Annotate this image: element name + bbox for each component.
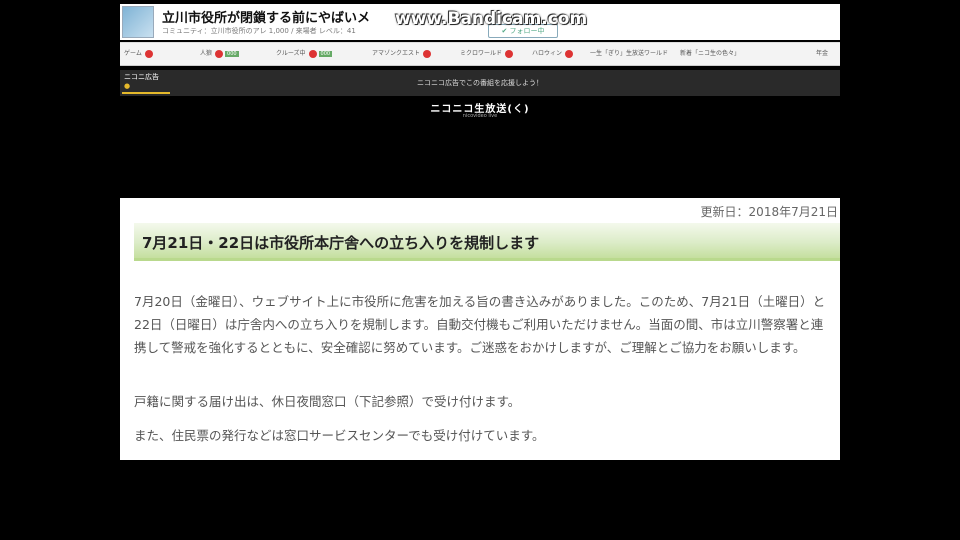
update-date: 更新日：2018年7月21日 bbox=[700, 205, 838, 219]
notice-panel: 更新日：2018年7月21日 7月21日・22日は市役所本庁舎への立ち入りを規制… bbox=[120, 198, 840, 460]
category-item[interactable]: クルーズ中 000 bbox=[276, 48, 333, 58]
video-frame: 立川市役所が閉鎖する前にやばいメ コミュニティ：立川市役所のアレ 1,000 /… bbox=[120, 0, 840, 540]
badge-icon bbox=[144, 49, 153, 58]
category-bar: ゲーム 人狼 000 クルーズ中 000 アマゾンクエスト ミクロワールド ハロウィ… bbox=[120, 42, 840, 66]
badge-icon bbox=[565, 49, 574, 58]
broadcaster-avatar-icon[interactable] bbox=[122, 6, 154, 38]
ad-message[interactable]: ニコニコ広告でこの番組を応援しよう！ bbox=[120, 78, 840, 88]
category-item[interactable]: 新着「ニコ生の色々」 bbox=[680, 48, 740, 57]
badge-icon bbox=[505, 49, 514, 58]
category-item[interactable]: 人狼 000 bbox=[200, 48, 239, 58]
ad-bar: ニコニ広告 ● ニコニコ広告でこの番組を応援しよう！ bbox=[120, 70, 840, 96]
notice-title: 7月21日・22日は市役所本庁舎への立ち入りを規制します bbox=[142, 234, 540, 252]
category-item[interactable]: アマゾンクエスト bbox=[372, 48, 432, 58]
category-item[interactable]: ゲーム bbox=[124, 48, 153, 58]
category-item[interactable]: ハロウィン bbox=[532, 48, 574, 58]
badge-icon bbox=[215, 49, 224, 58]
category-item[interactable]: 一生「ぎり」生放送ワールド bbox=[590, 48, 668, 57]
notice-header: 7月21日・22日は市役所本庁舎への立ち入りを規制します bbox=[134, 223, 840, 261]
category-item[interactable]: ミクロワールド bbox=[460, 48, 514, 58]
recorder-watermark: www.Bandicam.com bbox=[395, 9, 588, 29]
notice-paragraph: 戸籍に関する届け出は、休日夜間窓口（下記参照）で受け付けます。 bbox=[134, 394, 521, 409]
stream-header: 立川市役所が閉鎖する前にやばいメ コミュニティ：立川市役所のアレ 1,000 /… bbox=[120, 4, 840, 40]
notice-paragraph: 7月20日（金曜日）、ウェブサイト上に市役所に危害を加える旨の書き込みがありまし… bbox=[134, 294, 826, 355]
player-logo-sub: nicovideo live bbox=[462, 113, 498, 119]
badge-icon bbox=[308, 49, 317, 58]
category-item[interactable]: 年金 bbox=[816, 48, 828, 57]
stream-title[interactable]: 立川市役所が閉鎖する前にやばいメ bbox=[162, 7, 370, 26]
stream-meta: コミュニティ：立川市役所のアレ 1,000 / 来場者 レベル：41 bbox=[162, 27, 356, 35]
notice-paragraph: また、住民票の発行などは窓口サービスセンターでも受け付けています。 bbox=[134, 428, 545, 443]
badge-icon bbox=[423, 49, 432, 58]
